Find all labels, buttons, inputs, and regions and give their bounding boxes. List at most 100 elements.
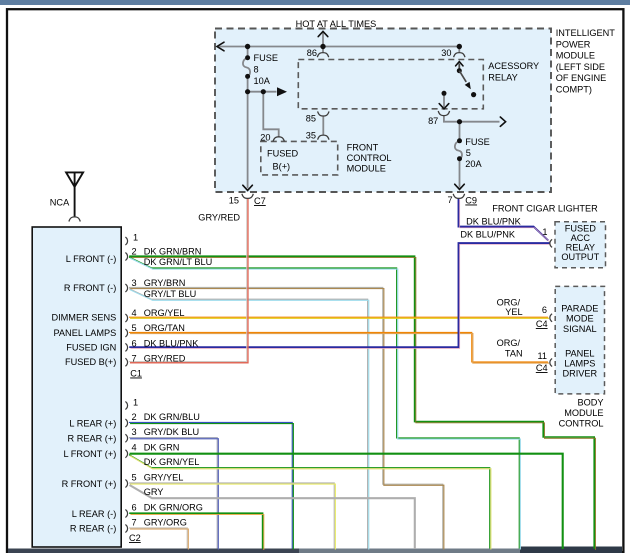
svg-text:11: 11	[537, 351, 547, 361]
svg-text:10A: 10A	[254, 76, 271, 86]
svg-text:L REAR (-): L REAR (-)	[72, 509, 117, 519]
svg-text:20: 20	[260, 133, 270, 143]
svg-text:GRY/RED: GRY/RED	[198, 213, 240, 223]
svg-text:PANEL LAMPS: PANEL LAMPS	[53, 328, 116, 338]
svg-text:L FRONT (+): L FRONT (+)	[63, 449, 116, 459]
svg-text:DK GRN: DK GRN	[144, 443, 180, 453]
svg-text:C4: C4	[536, 319, 548, 329]
svg-text:ACESSORY: ACESSORY	[488, 61, 539, 71]
svg-text:MODULE: MODULE	[564, 408, 603, 418]
svg-text:CONTROL: CONTROL	[559, 419, 604, 429]
svg-text:B(+): B(+)	[273, 162, 291, 172]
svg-text:BODY: BODY	[577, 397, 603, 407]
svg-text:DK GRN/BLU: DK GRN/BLU	[144, 412, 200, 422]
svg-text:FUSED: FUSED	[565, 224, 597, 234]
svg-text:(LEFT SIDE: (LEFT SIDE	[556, 62, 605, 72]
svg-text:YEL: YEL	[505, 307, 522, 317]
svg-text:6: 6	[132, 502, 137, 512]
svg-text:DK GRN/ORG: DK GRN/ORG	[144, 502, 203, 512]
svg-text:C2: C2	[129, 533, 141, 543]
svg-text:HOT AT ALL TIMES: HOT AT ALL TIMES	[296, 19, 377, 29]
svg-text:FUSED IGN: FUSED IGN	[66, 342, 116, 352]
svg-text:3: 3	[132, 278, 137, 288]
svg-text:3: 3	[132, 427, 137, 437]
svg-text:35: 35	[306, 131, 316, 141]
svg-text:DK GRN/LT BLU: DK GRN/LT BLU	[144, 257, 213, 267]
svg-text:R REAR (+): R REAR (+)	[68, 434, 117, 444]
svg-text:R REAR (-): R REAR (-)	[70, 524, 116, 534]
svg-text:DK BLU/PNK: DK BLU/PNK	[466, 216, 522, 226]
svg-text:ORG/TAN: ORG/TAN	[144, 323, 185, 333]
svg-text:1: 1	[133, 397, 138, 407]
svg-text:MODULE: MODULE	[347, 164, 386, 174]
svg-text:87: 87	[428, 116, 438, 126]
svg-text:R FRONT (+): R FRONT (+)	[62, 479, 117, 489]
svg-text:4: 4	[132, 443, 137, 453]
svg-text:FUSED B(+): FUSED B(+)	[65, 357, 116, 367]
svg-text:DK GRN/YEL: DK GRN/YEL	[144, 457, 200, 467]
svg-text:LAMPS: LAMPS	[564, 359, 595, 369]
svg-text:R FRONT (-): R FRONT (-)	[64, 283, 116, 293]
svg-text:GRY/BRN: GRY/BRN	[144, 278, 186, 288]
svg-text:2: 2	[132, 412, 137, 422]
svg-text:1: 1	[542, 227, 547, 237]
svg-text:15: 15	[229, 195, 239, 205]
svg-text:MODE: MODE	[566, 314, 594, 324]
svg-text:C1: C1	[130, 369, 142, 379]
svg-text:GRY/LT BLU: GRY/LT BLU	[144, 289, 197, 299]
svg-text:FUSE: FUSE	[465, 137, 490, 147]
svg-text:ORG/: ORG/	[497, 338, 521, 348]
svg-text:5: 5	[466, 148, 471, 158]
svg-text:30: 30	[441, 48, 451, 58]
svg-text:GRY/ORG: GRY/ORG	[144, 517, 187, 527]
svg-text:FRONT CIGAR LIGHTER: FRONT CIGAR LIGHTER	[492, 204, 598, 214]
svg-text:TAN: TAN	[505, 348, 523, 358]
svg-text:SIGNAL: SIGNAL	[563, 324, 597, 334]
svg-text:7: 7	[447, 195, 452, 205]
svg-text:PANEL: PANEL	[565, 349, 594, 359]
svg-text:GRY/DK BLU: GRY/DK BLU	[144, 427, 199, 437]
svg-text:POWER: POWER	[556, 39, 591, 49]
svg-text:PARADE: PARADE	[561, 304, 598, 314]
svg-text:DIMMER SENS: DIMMER SENS	[51, 312, 116, 322]
svg-text:RELAY: RELAY	[488, 73, 517, 83]
svg-text:DK BLU/PNK: DK BLU/PNK	[144, 338, 200, 348]
svg-text:GRY/RED: GRY/RED	[144, 354, 186, 364]
svg-text:5: 5	[132, 323, 137, 333]
svg-text:ORG/: ORG/	[497, 298, 521, 308]
svg-text:C7: C7	[254, 196, 266, 206]
svg-text:GRY/YEL: GRY/YEL	[144, 472, 184, 482]
svg-text:GRY: GRY	[144, 487, 164, 497]
svg-text:6: 6	[132, 338, 137, 348]
svg-text:INTELLIGENT: INTELLIGENT	[556, 28, 616, 38]
svg-text:C4: C4	[536, 363, 548, 373]
svg-text:DK BLU/PNK: DK BLU/PNK	[460, 229, 516, 239]
svg-text:CONTROL: CONTROL	[347, 153, 392, 163]
svg-text:C9: C9	[465, 196, 477, 206]
svg-text:20A: 20A	[465, 159, 482, 169]
svg-text:NCA: NCA	[50, 198, 70, 208]
svg-text:86: 86	[307, 48, 317, 58]
svg-text:COMPT): COMPT)	[556, 85, 592, 95]
svg-text:7: 7	[132, 517, 137, 527]
svg-text:FUSED: FUSED	[267, 149, 299, 159]
svg-text:8: 8	[254, 65, 259, 75]
svg-text:FUSE: FUSE	[254, 53, 279, 63]
svg-text:DRIVER: DRIVER	[562, 369, 597, 379]
svg-text:6: 6	[542, 305, 547, 315]
svg-text:OF ENGINE: OF ENGINE	[556, 73, 607, 83]
svg-text:ACC: ACC	[571, 233, 591, 243]
svg-text:FRONT: FRONT	[347, 143, 379, 153]
svg-text:L REAR (+): L REAR (+)	[69, 418, 116, 428]
svg-text:OUTPUT: OUTPUT	[561, 252, 599, 262]
svg-text:1: 1	[133, 233, 138, 243]
svg-text:L FRONT (-): L FRONT (-)	[66, 254, 117, 264]
svg-text:4: 4	[132, 308, 137, 318]
svg-text:85: 85	[306, 114, 316, 124]
svg-text:DK GRN/BRN: DK GRN/BRN	[144, 247, 202, 257]
svg-text:7: 7	[132, 354, 137, 364]
svg-text:RELAY: RELAY	[566, 243, 595, 253]
svg-text:ORG/YEL: ORG/YEL	[144, 308, 185, 318]
svg-text:MODULE: MODULE	[556, 51, 595, 61]
svg-text:5: 5	[132, 472, 137, 482]
